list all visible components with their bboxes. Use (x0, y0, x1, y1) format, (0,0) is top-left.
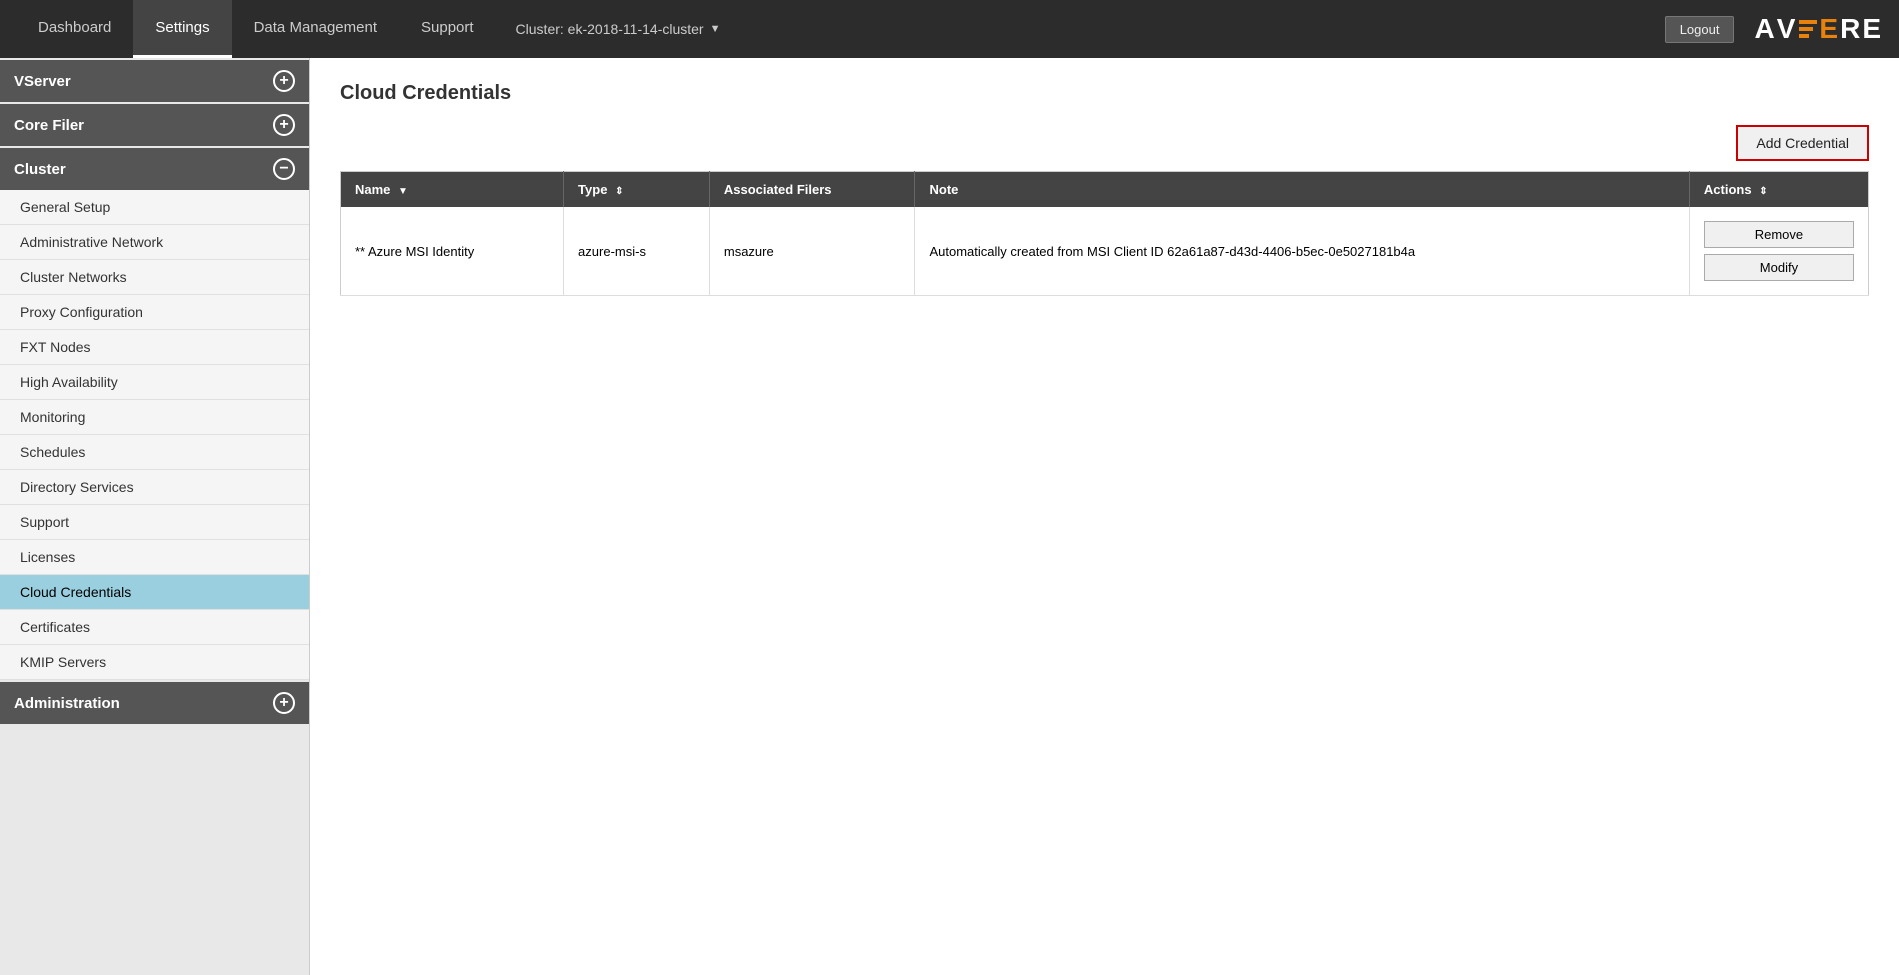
logo-e1: E (1819, 13, 1840, 45)
logo-v: V (1777, 13, 1798, 45)
sidebar-item-high-availability[interactable]: High Availability (0, 365, 309, 400)
avere-logo: A V E R E (1754, 13, 1883, 45)
tab-support[interactable]: Support (399, 0, 496, 58)
main-content: Cloud Credentials Add Credential Name ▼ … (310, 58, 1899, 975)
sidebar-section-vserver[interactable]: VServer + (0, 60, 309, 102)
col-associated-filers: Associated Filers (709, 172, 915, 208)
sidebar: VServer + Core Filer + Cluster − General… (0, 58, 310, 975)
sidebar-item-general-setup[interactable]: General Setup (0, 190, 309, 225)
sidebar-item-administrative-network[interactable]: Administrative Network (0, 225, 309, 260)
tab-settings[interactable]: Settings (133, 0, 231, 58)
sidebar-item-monitoring[interactable]: Monitoring (0, 400, 309, 435)
core-filer-expand-icon: + (273, 114, 295, 136)
modify-button[interactable]: Modify (1704, 254, 1854, 281)
vserver-expand-icon: + (273, 70, 295, 92)
cell-type: azure-msi-s (564, 207, 710, 296)
sidebar-item-licenses[interactable]: Licenses (0, 540, 309, 575)
cluster-collapse-icon: − (273, 158, 295, 180)
sidebar-section-administration[interactable]: Administration + (0, 682, 309, 724)
sidebar-item-schedules[interactable]: Schedules (0, 435, 309, 470)
sidebar-item-support[interactable]: Support (0, 505, 309, 540)
action-buttons: Remove Modify (1704, 221, 1854, 281)
logout-button[interactable]: Logout (1665, 16, 1735, 43)
sidebar-item-cluster-networks[interactable]: Cluster Networks (0, 260, 309, 295)
remove-button[interactable]: Remove (1704, 221, 1854, 248)
sidebar-item-proxy-configuration[interactable]: Proxy Configuration (0, 295, 309, 330)
administration-expand-icon: + (273, 692, 295, 714)
credentials-table: Name ▼ Type ⇕ Associated Filers Note Act (340, 171, 1869, 296)
logo-r: R (1840, 13, 1862, 45)
col-actions: Actions ⇕ (1689, 172, 1868, 208)
tab-dashboard[interactable]: Dashboard (16, 0, 133, 58)
cell-actions: Remove Modify (1689, 207, 1868, 296)
main-nav: Dashboard Settings Data Management Suppo… (16, 0, 496, 58)
name-sort-icon[interactable]: ▼ (398, 186, 408, 197)
logo-e2: E (1862, 13, 1883, 45)
sidebar-item-certificates[interactable]: Certificates (0, 610, 309, 645)
sidebar-item-cloud-credentials[interactable]: Cloud Credentials (0, 575, 309, 610)
page-title: Cloud Credentials (340, 82, 1869, 105)
logo-bars-icon (1799, 20, 1817, 38)
cell-associated-filers: msazure (709, 207, 915, 296)
sidebar-section-core-filer-label: Core Filer (14, 117, 84, 134)
cell-note: Automatically created from MSI Client ID… (915, 207, 1689, 296)
tab-data-management[interactable]: Data Management (232, 0, 399, 58)
main-layout: VServer + Core Filer + Cluster − General… (0, 58, 1899, 975)
sidebar-item-directory-services[interactable]: Directory Services (0, 470, 309, 505)
sidebar-section-vserver-label: VServer (14, 73, 71, 90)
sidebar-section-core-filer[interactable]: Core Filer + (0, 104, 309, 146)
cell-name: ** Azure MSI Identity (341, 207, 564, 296)
col-name: Name ▼ (341, 172, 564, 208)
col-type: Type ⇕ (564, 172, 710, 208)
actions-sort-icon[interactable]: ⇕ (1759, 186, 1767, 197)
col-note: Note (915, 172, 1689, 208)
table-header-row: Name ▼ Type ⇕ Associated Filers Note Act (341, 172, 1869, 208)
sidebar-section-cluster[interactable]: Cluster − (0, 148, 309, 190)
cluster-label: Cluster: ek-2018-11-14-cluster (516, 21, 704, 37)
sidebar-item-fxt-nodes[interactable]: FXT Nodes (0, 330, 309, 365)
cluster-selector[interactable]: Cluster: ek-2018-11-14-cluster ▼ (516, 21, 721, 37)
topbar-right: Logout A V E R E (1665, 13, 1883, 45)
table-row: ** Azure MSI Identity azure-msi-s msazur… (341, 207, 1869, 296)
type-sort-icon[interactable]: ⇕ (615, 186, 623, 197)
sidebar-section-cluster-label: Cluster (14, 161, 66, 178)
add-credential-button[interactable]: Add Credential (1736, 125, 1869, 161)
toolbar-row: Add Credential (340, 125, 1869, 161)
logo-a: A (1754, 13, 1776, 45)
sidebar-item-kmip-servers[interactable]: KMIP Servers (0, 645, 309, 680)
cluster-dropdown-arrow: ▼ (710, 23, 721, 35)
topbar: Dashboard Settings Data Management Suppo… (0, 0, 1899, 58)
sidebar-section-administration-label: Administration (14, 695, 120, 712)
